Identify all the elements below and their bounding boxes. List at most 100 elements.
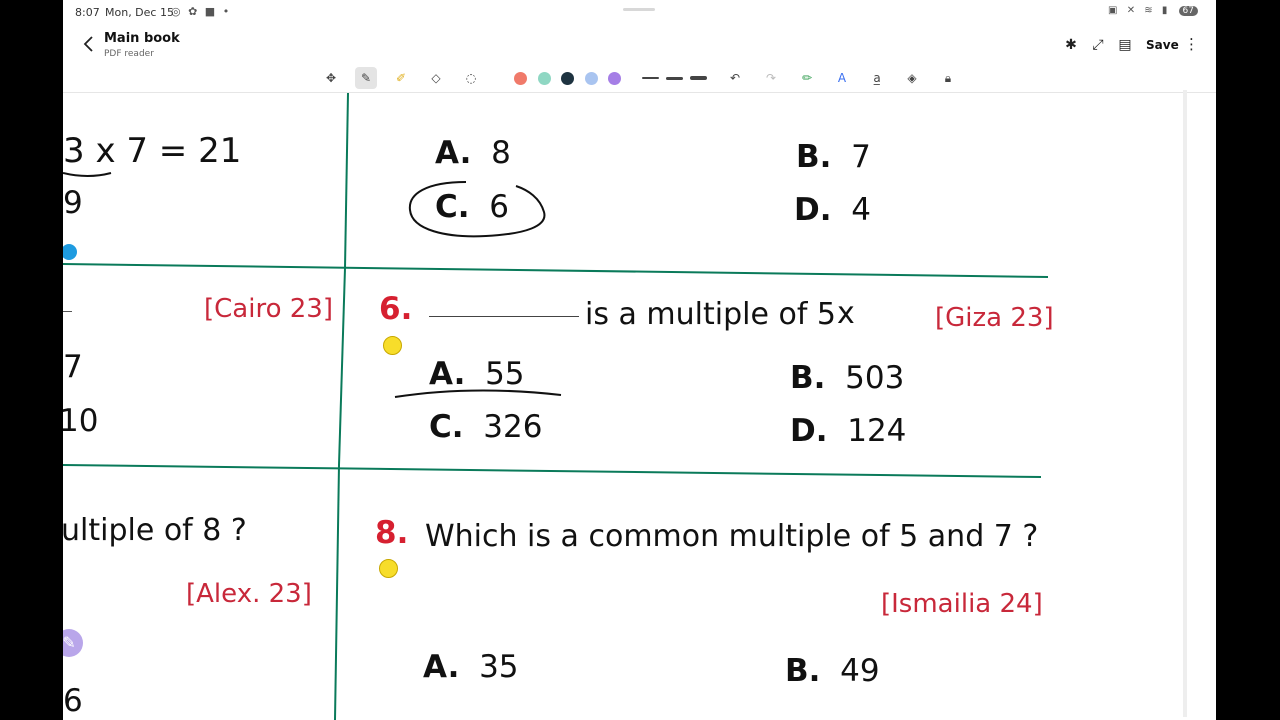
expand-icon: ⤢	[1092, 37, 1104, 53]
q8-question-text: Which is a common multiple of 5 and 7 ?	[425, 519, 1039, 554]
color-swatch-blue[interactable]	[585, 72, 598, 85]
left-question-partial: ultiple of 8 ?	[63, 513, 247, 548]
chevron-left-icon	[83, 36, 93, 52]
pen-icon: ✎	[63, 633, 76, 652]
document-icon: ▤	[1118, 37, 1132, 53]
wifi-icon: ≋	[1144, 5, 1156, 16]
q6-option-d[interactable]: D. 124	[790, 413, 906, 449]
option-value: 8	[491, 135, 511, 171]
more-options-button[interactable]: ⋮	[1184, 33, 1199, 55]
left-number-6: 6	[63, 683, 83, 719]
page-view-button[interactable]: ▤	[1114, 34, 1136, 56]
lock-tool[interactable]: 🔒︎	[937, 67, 959, 89]
option-letter: A.	[435, 135, 472, 171]
left-number-7: 7	[63, 349, 83, 385]
document-title: Main book	[104, 31, 180, 46]
text-style-tool[interactable]: A	[831, 67, 853, 89]
shapes-tool[interactable]: ◈	[901, 67, 923, 89]
handwritten-x-mark: x	[837, 296, 855, 331]
q5-option-d[interactable]: D. 4	[794, 192, 871, 228]
lock-icon: 🔒︎	[944, 71, 952, 85]
handwritten-underline	[394, 389, 562, 398]
document-subtitle: PDF reader	[104, 49, 154, 59]
redo-button[interactable]: ↷	[760, 67, 782, 89]
shapes-icon: ◈	[907, 71, 917, 85]
pencil-fill-tool[interactable]: ✏	[796, 67, 818, 89]
text-box-tool[interactable]: a̲	[866, 67, 888, 89]
status-date: Mon, Dec 15	[105, 6, 174, 19]
color-swatch-dark[interactable]	[561, 72, 574, 85]
option-value: 49	[840, 653, 880, 689]
pen-icon: ✎	[360, 71, 372, 85]
lasso-tool[interactable]: ◌	[460, 67, 482, 89]
yellow-marker-dot[interactable]	[383, 336, 402, 355]
sparkle-icon: ✱	[1065, 37, 1077, 53]
q5-option-b[interactable]: B. 7	[796, 139, 871, 175]
q8-option-b[interactable]: B. 49	[785, 653, 880, 689]
handwritten-circle-annotation	[408, 181, 546, 238]
notification-icons: ◎ ✿ ■ •	[171, 5, 232, 18]
scrollbar-track[interactable]	[1183, 90, 1187, 717]
mute-icon: ✕	[1126, 5, 1139, 16]
q8-number: 8.	[375, 515, 409, 551]
stroke-thick[interactable]	[690, 76, 707, 80]
q6-option-c[interactable]: C. 326	[429, 409, 542, 445]
more-vertical-icon: ⋮	[1184, 35, 1199, 53]
source-ismailia: [Ismailia 24]	[881, 589, 1043, 619]
annotation-toolbar: ✥ ✎ ✐ ◇ ◌ ↶ ↷ ✏ A a̲ ◈ 🔒︎	[63, 66, 1216, 93]
pen-tool[interactable]: ✎	[355, 67, 377, 89]
redo-icon: ↷	[765, 71, 777, 85]
pdf-reader-app: 8:07 Mon, Dec 15 ◎ ✿ ■ • ▣ ✕ ≋ ▮ 67 Main…	[63, 0, 1216, 720]
select-tool[interactable]: ✥	[320, 67, 342, 89]
color-swatch-coral[interactable]	[514, 72, 527, 85]
yellow-marker-dot[interactable]	[379, 559, 398, 578]
highlighter-tool[interactable]: ✐	[390, 67, 412, 89]
option-letter: C.	[429, 409, 464, 445]
option-value: 326	[483, 409, 543, 445]
undo-button[interactable]: ↶	[724, 67, 746, 89]
stroke-thin[interactable]	[642, 77, 659, 79]
q8-option-a[interactable]: A. 35	[423, 649, 519, 685]
option-letter: B.	[790, 360, 826, 396]
pencil-icon: ✏	[801, 71, 813, 85]
option-letter: D.	[790, 413, 828, 449]
fullscreen-button[interactable]: ⤢	[1087, 34, 1109, 56]
cast-icon: ▣	[1108, 5, 1121, 16]
status-time: 8:07	[75, 6, 100, 19]
system-icons: ▣ ✕ ≋ ▮ 67	[1108, 5, 1198, 16]
back-button[interactable]	[77, 32, 101, 56]
battery-icon: 67	[1178, 6, 1198, 16]
source-cairo: [Cairo 23]	[204, 294, 333, 324]
highlighter-icon: ✐	[395, 71, 407, 85]
option-value: 35	[479, 649, 519, 685]
pdf-page[interactable]: 3 x 7 = 21 9 [Cairo 23] 7 10 ultiple of …	[63, 93, 1216, 720]
handwritten-equation: 3 x 7 = 21	[63, 131, 242, 171]
q6-blank-line	[429, 316, 579, 317]
handwritten-underline	[63, 172, 112, 177]
status-bar: 8:07 Mon, Dec 15 ◎ ✿ ■ • ▣ ✕ ≋ ▮ 67	[63, 0, 1216, 26]
text-box-icon: a̲	[873, 71, 881, 85]
q6-question-text: is a multiple of 5	[585, 297, 837, 332]
window-drag-handle[interactable]	[623, 8, 655, 11]
option-letter: B.	[785, 653, 821, 689]
eraser-tool[interactable]: ◇	[425, 67, 447, 89]
color-swatch-purple[interactable]	[608, 72, 621, 85]
page-grid-lines	[63, 93, 1049, 720]
option-letter: D.	[794, 192, 832, 228]
save-button[interactable]: Save	[1146, 38, 1179, 52]
eraser-icon: ◇	[431, 71, 441, 85]
q6-option-b[interactable]: B. 503	[790, 360, 904, 396]
option-letter: A.	[423, 649, 460, 685]
source-alex: [Alex. 23]	[186, 579, 312, 609]
answer-blank-line	[63, 311, 72, 312]
color-swatch-mint[interactable]	[538, 72, 551, 85]
ai-sparkle-button[interactable]: ✱	[1060, 34, 1082, 56]
option-value: 7	[851, 139, 871, 175]
left-number-10: 10	[63, 403, 99, 439]
left-number-9: 9	[63, 185, 83, 221]
option-letter: B.	[796, 139, 832, 175]
stroke-medium[interactable]	[666, 77, 683, 80]
move-icon: ✥	[325, 71, 337, 85]
q5-option-a[interactable]: A. 8	[435, 135, 511, 171]
signal-icon: ▮	[1161, 5, 1171, 16]
